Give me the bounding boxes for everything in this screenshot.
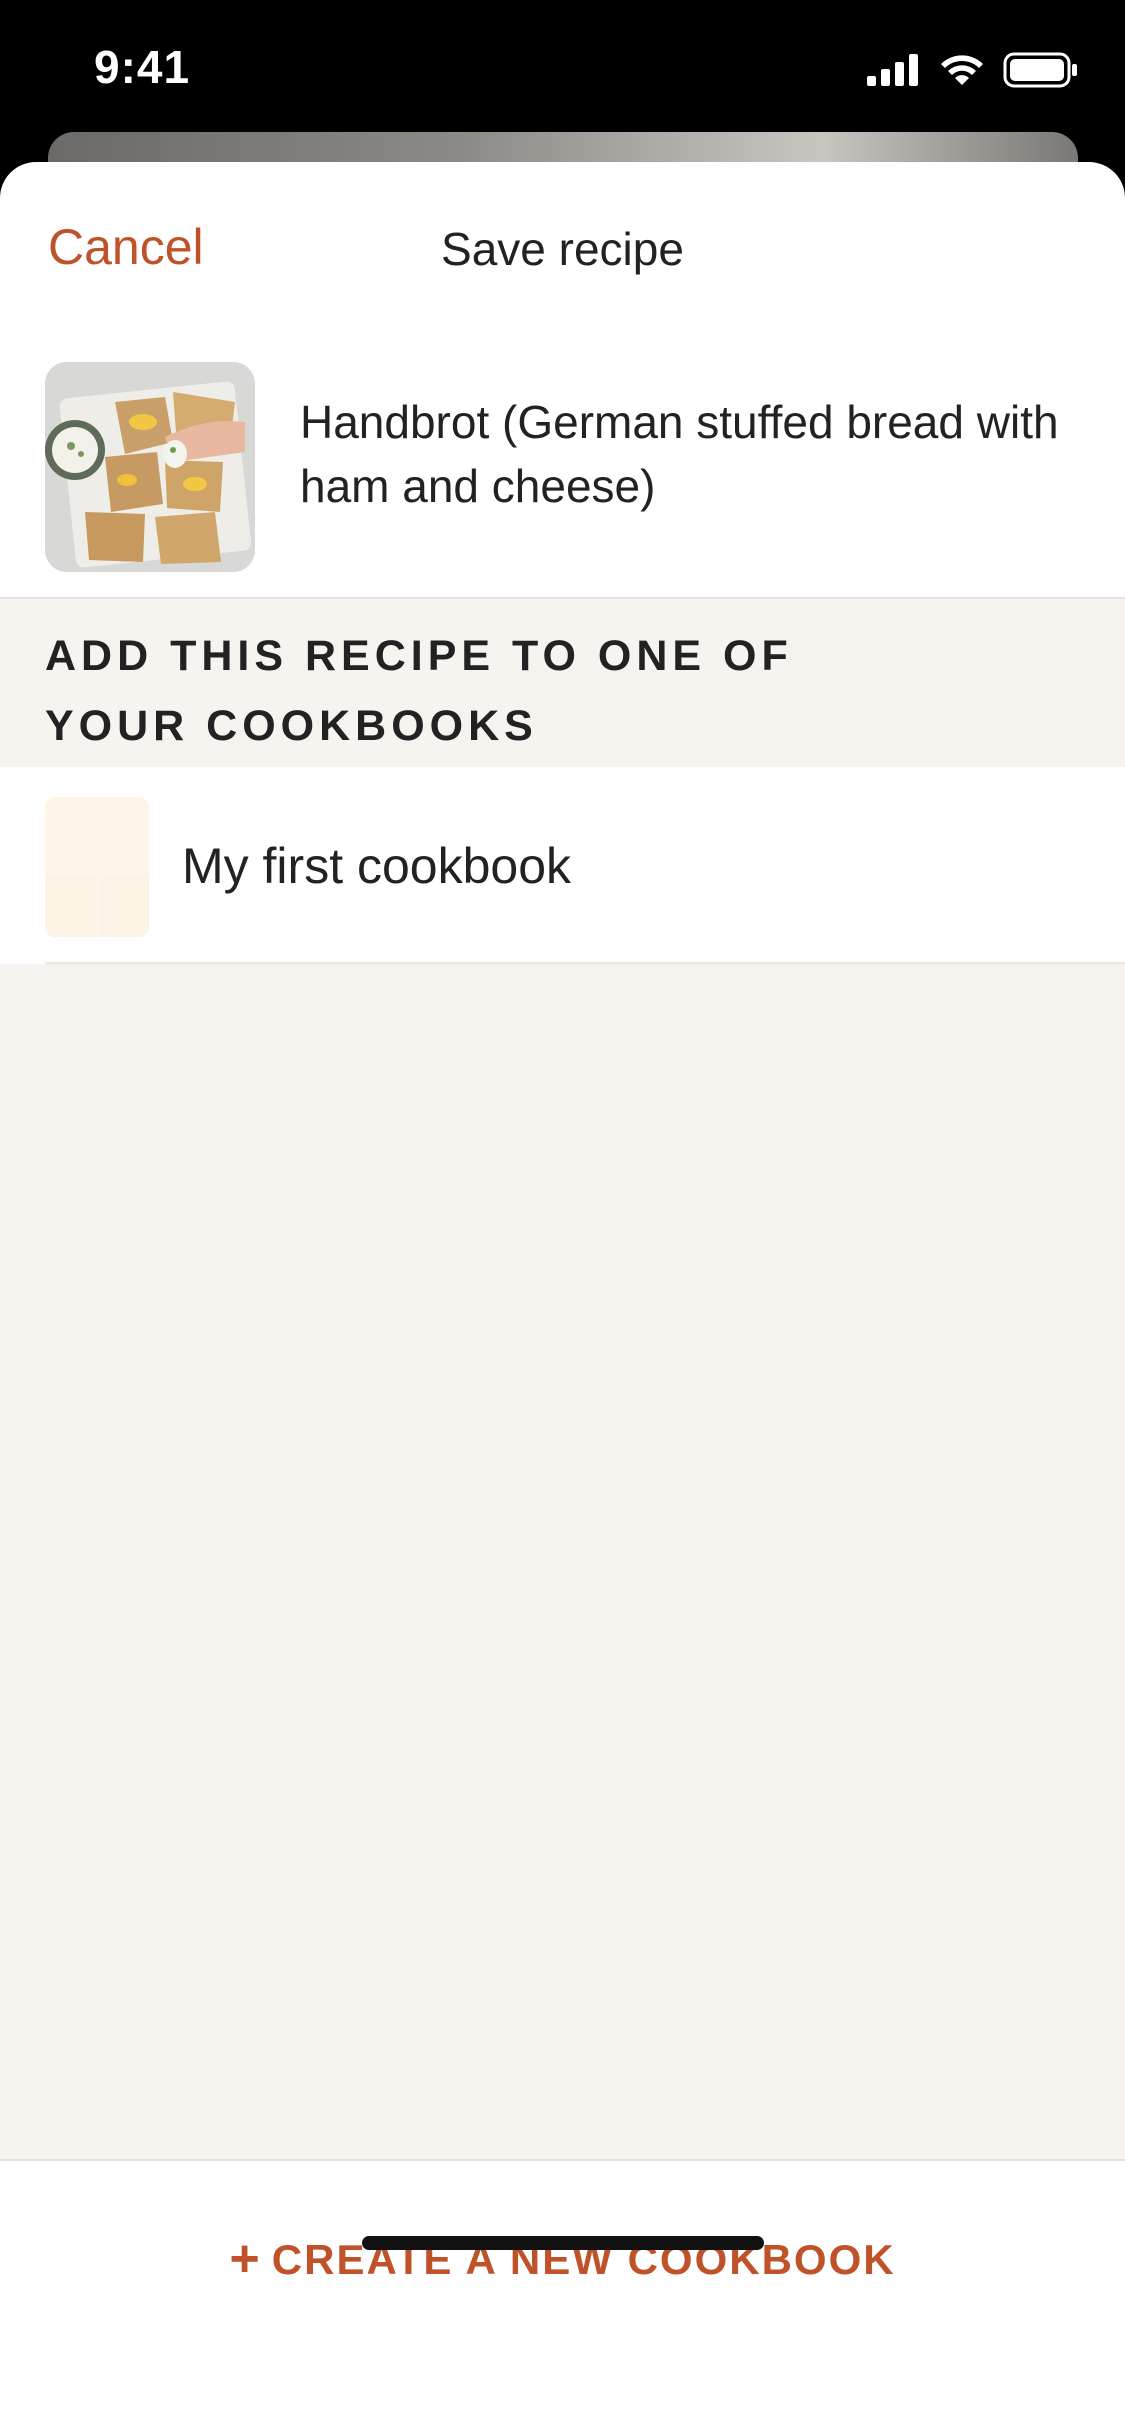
recipe-thumbnail — [45, 362, 255, 572]
cookbook-list-empty-area — [0, 964, 1125, 2159]
sheet-title: Save recipe — [441, 223, 684, 275]
home-indicator — [362, 2236, 764, 2250]
section-header-text: ADD THIS RECIPE TO ONE OF YOUR COOKBOOKS — [45, 632, 793, 750]
plus-icon: + — [229, 2230, 262, 2288]
status-time: 9:41 — [94, 41, 191, 93]
cookbook-name: My first cookbook — [182, 838, 572, 894]
sheet-nav-bar: Cancel Save recipe — [0, 162, 1125, 332]
save-recipe-sheet: Cancel Save recipe Handbrot (German stuf… — [0, 162, 1125, 2436]
cookbooks-section-header: ADD THIS RECIPE TO ONE OF YOUR COOKBOOKS — [0, 599, 1125, 767]
cookbook-cover-placeholder — [45, 797, 149, 937]
recipe-summary: Handbrot (German stuffed bread with ham … — [0, 332, 1125, 599]
cellular-signal-icon — [867, 54, 918, 86]
status-icons — [867, 52, 1079, 88]
battery-icon — [1003, 52, 1077, 88]
bottom-action-bar: + CREATE A NEW COOKBOOK — [0, 2159, 1125, 2436]
recipe-title: Handbrot (German stuffed bread with ham … — [300, 396, 1059, 512]
wifi-icon — [941, 55, 983, 85]
cookbook-list-item[interactable]: My first cookbook — [0, 767, 1125, 962]
